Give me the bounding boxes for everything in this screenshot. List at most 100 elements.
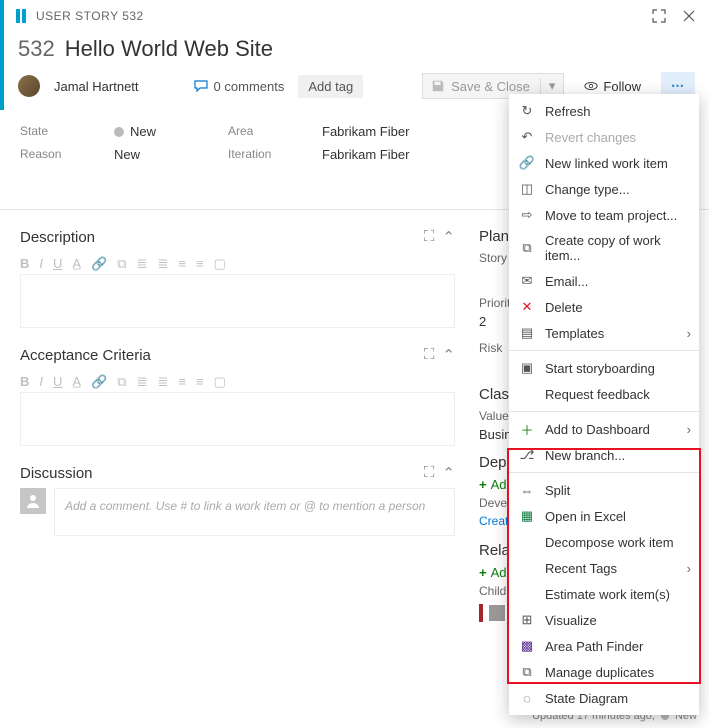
ctx-create-copy[interactable]: ⧉Create copy of work item... (509, 228, 699, 268)
ctx-state-diagram[interactable]: ◌State Diagram (509, 685, 699, 711)
link-button[interactable]: 🔗 (91, 374, 107, 390)
ctx-email[interactable]: ✉Email... (509, 268, 699, 294)
chevron-down-icon[interactable]: ▾ (540, 78, 556, 94)
branch-icon: ⎇ (519, 447, 535, 463)
indent-button[interactable]: ≡ (196, 256, 204, 272)
move-icon: ⇨ (519, 207, 535, 223)
area-path-icon: ▩ (519, 638, 535, 654)
user-story-icon (14, 8, 30, 24)
state-label: State (20, 124, 90, 139)
follow-label: Follow (603, 79, 641, 94)
copy-icon: ⧉ (519, 240, 535, 256)
ctx-decompose[interactable]: Decompose work item (509, 529, 699, 555)
area-label: Area (228, 124, 298, 139)
child-type-icon (489, 605, 505, 621)
ctx-move-team[interactable]: ⇨Move to team project... (509, 202, 699, 228)
ctx-split[interactable]: ⇔Split (509, 477, 699, 503)
ctx-storyboard[interactable]: ▣Start storyboarding (509, 355, 699, 381)
italic-button[interactable]: I (39, 374, 43, 390)
chevron-up-icon[interactable]: ⌃ (442, 228, 455, 246)
expand-icon[interactable]: ⛶ (424, 464, 435, 482)
bullet-list-button[interactable]: ≣ (137, 374, 148, 390)
storyboard-icon: ▣ (519, 360, 535, 376)
add-tag-button[interactable]: Add tag (298, 75, 363, 98)
avatar[interactable] (18, 75, 40, 97)
assignee-name[interactable]: Jamal Hartnett (54, 79, 139, 94)
italic-button[interactable]: I (39, 256, 43, 272)
reason-value[interactable]: New (114, 147, 204, 162)
image-button[interactable]: ▢ (214, 256, 226, 272)
ctx-estimate[interactable]: Estimate work item(s) (509, 581, 699, 607)
indent-button[interactable]: ≡ (196, 374, 204, 390)
number-list-button[interactable]: ≣ (157, 256, 168, 272)
email-icon: ✉ (519, 273, 535, 289)
bold-button[interactable]: B (20, 256, 29, 272)
expand-icon[interactable]: ⛶ (424, 346, 435, 364)
topbar: USER STORY 532 (0, 0, 709, 32)
underline-button[interactable]: U (53, 374, 62, 390)
link-button[interactable]: 🔗 (91, 256, 107, 272)
close-icon[interactable] (679, 6, 699, 26)
separator (509, 350, 699, 351)
decompose-icon (519, 534, 535, 550)
ctx-delete[interactable]: ✕Delete (509, 294, 699, 320)
font-button[interactable]: A̲ (72, 256, 81, 272)
child-color-bar (479, 604, 483, 622)
discussion-heading: Discussion (20, 465, 93, 482)
change-type-icon: ◫ (519, 181, 535, 197)
iteration-label: Iteration (228, 147, 298, 162)
comment-input[interactable]: Add a comment. Use # to link a work item… (54, 488, 455, 536)
comments-count: 0 comments (214, 79, 285, 94)
visualize-icon: ⊞ (519, 612, 535, 628)
estimate-icon (519, 586, 535, 602)
duplicates-icon: ⧉ (519, 664, 535, 680)
underline-button[interactable]: U (53, 256, 62, 272)
ctx-visualize[interactable]: ⊞Visualize (509, 607, 699, 633)
state-value[interactable]: New (114, 124, 204, 139)
split-icon: ⇔ (519, 482, 535, 498)
acceptance-heading: Acceptance Criteria (20, 347, 151, 364)
ctx-recent-tags[interactable]: Recent Tags› (509, 555, 699, 581)
work-item-title[interactable]: Hello World Web Site (65, 36, 273, 62)
chevron-right-icon: › (687, 561, 691, 576)
outdent-button[interactable]: ≡ (178, 374, 186, 390)
comment-avatar-icon (20, 488, 46, 514)
reason-label: Reason (20, 147, 90, 162)
expand-icon[interactable]: ⛶ (424, 228, 435, 246)
ctx-feedback[interactable]: Request feedback (509, 381, 699, 407)
description-heading: Description (20, 229, 95, 246)
code-button[interactable]: ⧉ (117, 256, 126, 272)
chevron-right-icon: › (687, 422, 691, 437)
templates-icon: ▤ (519, 325, 535, 341)
comments-button[interactable]: 0 comments (193, 78, 285, 94)
rich-text-toolbar: B I U A̲ 🔗 ⧉ ≣ ≣ ≡ ≡ ▢ (20, 252, 455, 274)
chevron-up-icon[interactable]: ⌃ (442, 464, 455, 482)
tag-icon (519, 560, 535, 576)
ctx-duplicates[interactable]: ⧉Manage duplicates (509, 659, 699, 685)
rich-text-toolbar: B I U A̲ 🔗 ⧉ ≣ ≣ ≡ ≡ ▢ (20, 370, 455, 392)
ctx-area-path[interactable]: ▩Area Path Finder (509, 633, 699, 659)
ctx-open-excel[interactable]: ▦Open in Excel (509, 503, 699, 529)
context-menu: ↻Refresh ↶Revert changes 🔗New linked wor… (509, 94, 699, 715)
ctx-new-linked[interactable]: 🔗New linked work item (509, 150, 699, 176)
number-list-button[interactable]: ≣ (157, 374, 168, 390)
code-button[interactable]: ⧉ (117, 374, 126, 390)
body-left: Description ⛶ ⌃ B I U A̲ 🔗 ⧉ ≣ ≣ ≡ ≡ ▢ Ac… (0, 210, 469, 622)
image-button[interactable]: ▢ (214, 374, 226, 390)
link-icon: 🔗 (519, 155, 535, 171)
fullscreen-icon[interactable] (649, 6, 669, 26)
acceptance-input[interactable] (20, 392, 455, 446)
ctx-change-type[interactable]: ◫Change type... (509, 176, 699, 202)
ctx-templates[interactable]: ▤Templates› (509, 320, 699, 346)
ctx-revert[interactable]: ↶Revert changes (509, 124, 699, 150)
bullet-list-button[interactable]: ≣ (137, 256, 148, 272)
font-button[interactable]: A̲ (72, 374, 81, 390)
ctx-new-branch[interactable]: ⎇New branch... (509, 442, 699, 468)
ctx-dashboard[interactable]: ＋Add to Dashboard› (509, 416, 699, 442)
chevron-up-icon[interactable]: ⌃ (442, 346, 455, 364)
bold-button[interactable]: B (20, 374, 29, 390)
description-input[interactable] (20, 274, 455, 328)
outdent-button[interactable]: ≡ (178, 256, 186, 272)
ctx-refresh[interactable]: ↻Refresh (509, 98, 699, 124)
work-item-id: 532 (18, 36, 55, 62)
